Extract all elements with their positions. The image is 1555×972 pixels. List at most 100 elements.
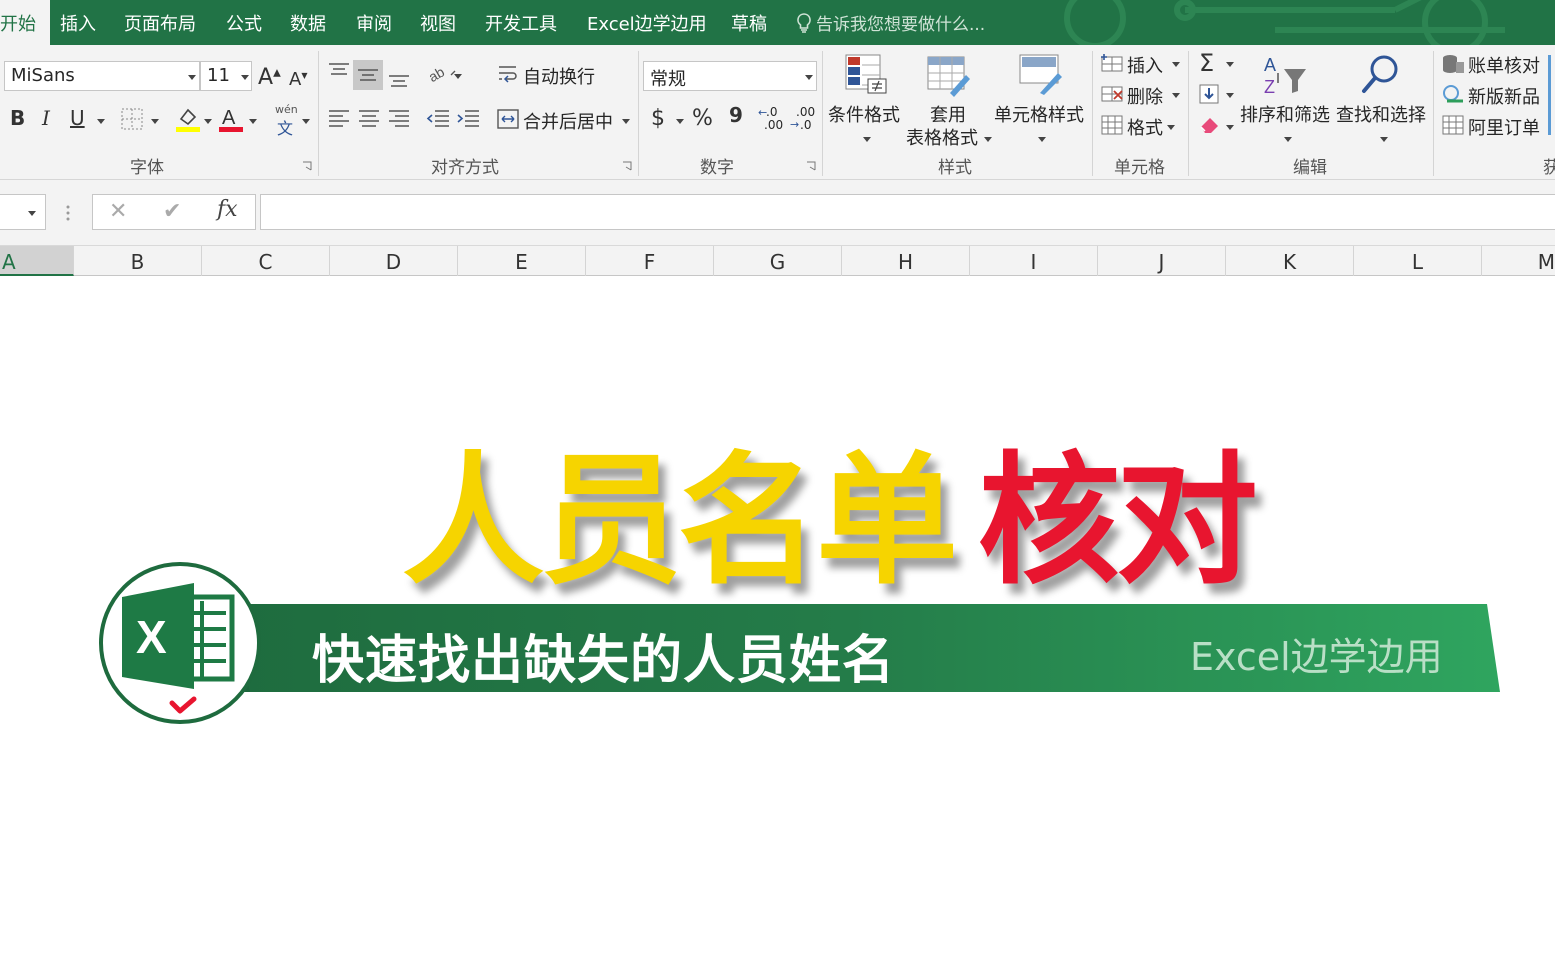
underline-button[interactable]: U [70, 106, 85, 130]
grow-font-button[interactable]: A▲ [258, 65, 281, 90]
chevron-down-icon [241, 75, 249, 80]
column-header-j[interactable]: J [1098, 246, 1226, 276]
chevron-down-icon [249, 119, 257, 124]
align-top-icon[interactable] [327, 61, 351, 83]
cancel-icon[interactable]: ✕ [109, 199, 127, 224]
insert-function-button[interactable]: fx [217, 197, 238, 222]
column-header-a[interactable]: A [0, 246, 74, 276]
extra-group-label: 获 [1543, 158, 1555, 178]
italic-button[interactable]: I [42, 106, 50, 130]
tab-developer[interactable]: 开发工具 [485, 0, 557, 45]
cell-styles-label: 单元格样式 [994, 105, 1084, 126]
tab-home[interactable]: 开始 [0, 0, 50, 45]
format-cells-button[interactable]: 格式 [1127, 114, 1163, 140]
number-format-dropdown[interactable]: 常规 [643, 61, 817, 91]
reconcile-button[interactable]: 账单核对 [1468, 52, 1540, 78]
align-middle-button[interactable] [353, 60, 383, 90]
chevron-down-icon [1167, 125, 1175, 130]
lightbulb-icon [797, 13, 811, 33]
ali-order-button[interactable]: 阿里订单 [1468, 114, 1540, 140]
find-select-button[interactable]: 查找和选择 [1336, 51, 1428, 149]
column-headers: A B C D E F G H I J K L M [0, 245, 1555, 276]
fill-down-icon[interactable] [1198, 83, 1220, 105]
align-middle-icon [358, 69, 378, 81]
percent-button[interactable]: % [692, 106, 713, 131]
borders-icon[interactable] [121, 108, 143, 130]
clear-eraser-icon[interactable] [1198, 113, 1222, 135]
conditional-formatting-icon [845, 54, 887, 94]
chevron-down-icon [1226, 62, 1234, 67]
dialog-launcher-icon[interactable] [302, 161, 312, 171]
chevron-down-icon [97, 119, 105, 124]
format-as-table-label-2: 表格格式 [906, 128, 978, 149]
column-header-l[interactable]: L [1354, 246, 1482, 276]
chevron-down-icon [805, 75, 813, 80]
currency-button[interactable]: $ [651, 106, 665, 131]
video-subtitle: 快速找出缺失的人员姓名 [312, 631, 896, 691]
fill-color-icon[interactable] [175, 105, 201, 133]
tab-view[interactable]: 视图 [420, 0, 456, 45]
increase-indent-icon[interactable] [455, 107, 481, 131]
sort-filter-icon: AZ [1264, 55, 1306, 97]
delete-cells-button[interactable]: 删除 [1127, 83, 1163, 109]
brand-watermark: Excel边学边用 [1190, 635, 1443, 679]
circuit-decoration [1064, 0, 1505, 45]
group-divider [318, 51, 319, 176]
align-right-icon[interactable] [387, 107, 411, 131]
tab-excel-addin[interactable]: Excel边学边用 [587, 0, 707, 45]
column-header-d[interactable]: D [330, 246, 458, 276]
align-center-icon[interactable] [357, 107, 381, 131]
column-header-f[interactable]: F [586, 246, 714, 276]
excel-logo-icon: X [99, 562, 261, 724]
enter-check-icon[interactable]: ✔ [163, 199, 181, 224]
align-left-icon[interactable] [327, 107, 351, 131]
column-header-m[interactable]: M [1482, 246, 1555, 276]
column-header-h[interactable]: H [842, 246, 970, 276]
tab-insert[interactable]: 插入 [60, 0, 96, 45]
align-bottom-icon[interactable] [387, 67, 411, 89]
chevron-down-icon [984, 137, 992, 142]
orientation-icon[interactable]: ab [427, 63, 457, 85]
wrap-text-button[interactable]: 自动换行 [523, 63, 595, 89]
decrease-decimal-button[interactable]: .00 .0 → [790, 105, 820, 135]
decrease-indent-icon[interactable] [425, 107, 451, 131]
font-size-dropdown[interactable]: 11 [200, 61, 252, 91]
bold-button[interactable]: B [10, 106, 25, 130]
name-box[interactable] [0, 194, 46, 230]
format-as-table-button[interactable]: 套用 表格格式 [906, 51, 992, 149]
column-header-b[interactable]: B [74, 246, 202, 276]
column-header-k[interactable]: K [1226, 246, 1354, 276]
merge-center-button[interactable]: 合并后居中 [523, 108, 613, 134]
column-header-g[interactable]: G [714, 246, 842, 276]
sort-filter-button[interactable]: AZ 排序和筛选 [1240, 51, 1332, 149]
column-header-i[interactable]: I [970, 246, 1098, 276]
dialog-launcher-icon[interactable] [806, 161, 816, 171]
arrow-left-icon: ← [758, 106, 768, 119]
shrink-font-button[interactable]: A▼ [289, 69, 307, 90]
group-divider [822, 51, 823, 176]
increase-decimal-button[interactable]: .0 .00 ← [758, 105, 788, 135]
column-header-e[interactable]: E [458, 246, 586, 276]
conditional-formatting-button[interactable]: 条件格式 [828, 51, 904, 149]
dialog-launcher-icon[interactable] [622, 161, 632, 171]
tab-page-layout[interactable]: 页面布局 [124, 0, 196, 45]
autosum-button[interactable]: Σ [1199, 49, 1214, 77]
chevron-down-icon [151, 119, 159, 124]
formula-input[interactable] [260, 194, 1555, 230]
tab-formulas[interactable]: 公式 [226, 0, 262, 45]
cell-styles-button[interactable]: 单元格样式 [994, 51, 1086, 149]
clipped-ribbon-control [1548, 55, 1555, 135]
new-product-button[interactable]: 新版新品 [1468, 83, 1540, 109]
insert-cells-button[interactable]: 插入 [1127, 52, 1163, 78]
resize-handle-icon[interactable] [63, 204, 73, 222]
tab-data[interactable]: 数据 [290, 0, 326, 45]
font-color-icon[interactable]: A [218, 105, 244, 133]
pinyin-guide-button[interactable]: 文 [277, 115, 293, 139]
tab-draft[interactable]: 草稿 [731, 0, 767, 45]
new-product-icon [1443, 85, 1463, 103]
column-header-c[interactable]: C [202, 246, 330, 276]
font-name-dropdown[interactable]: MiSans [4, 61, 200, 91]
tell-me-search[interactable]: 告诉我您想要做什么... [796, 0, 985, 45]
comma-style-button[interactable]: 9 [729, 103, 743, 127]
tab-review[interactable]: 审阅 [356, 0, 392, 45]
